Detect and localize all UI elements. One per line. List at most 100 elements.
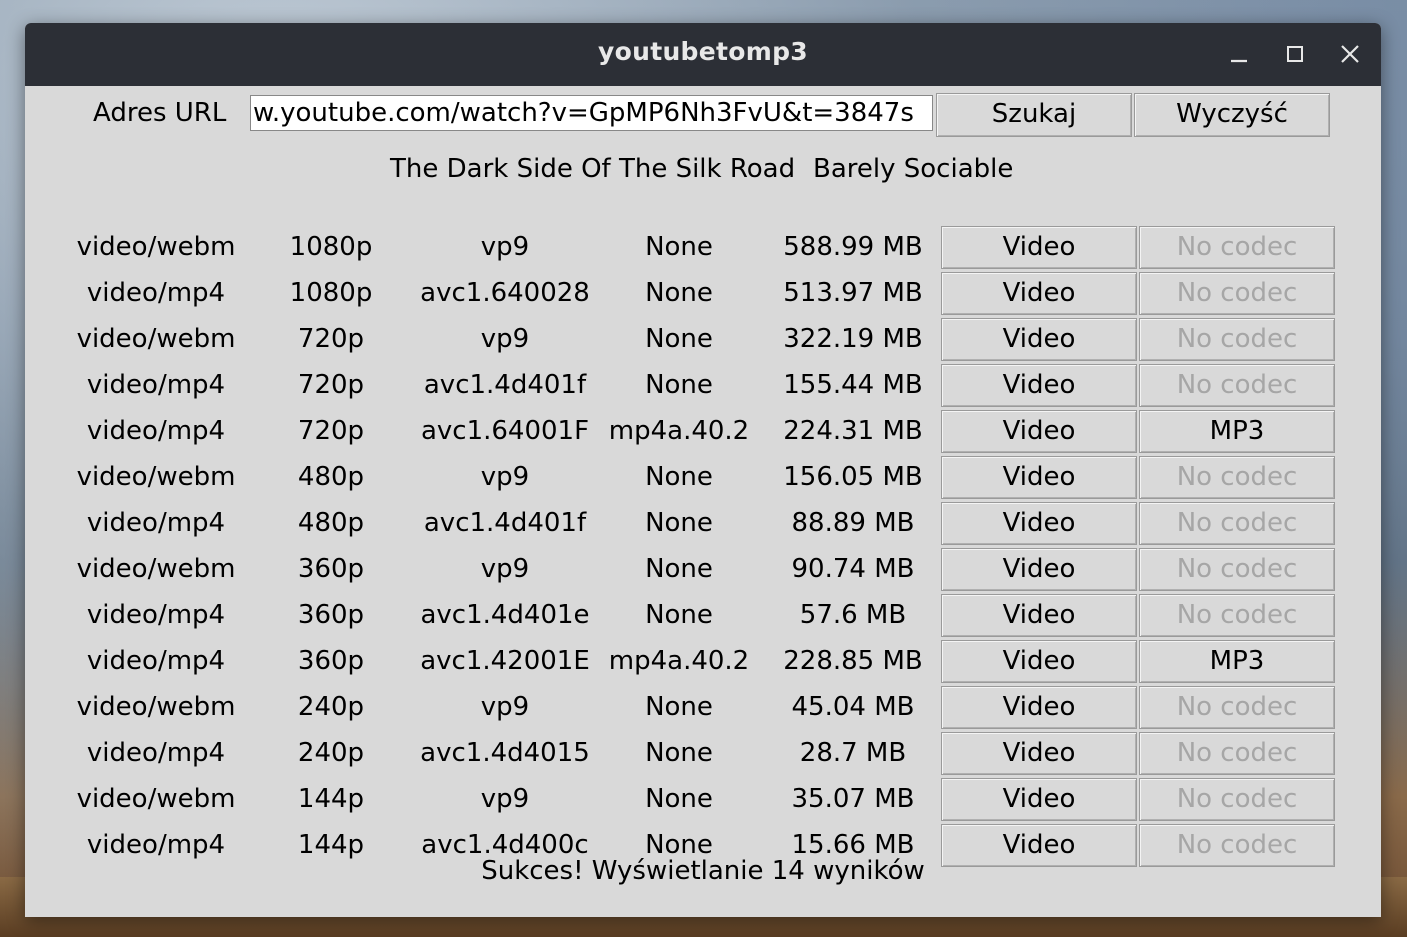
download-video-button[interactable]: Video: [941, 318, 1137, 361]
stream-video-codec: vp9: [480, 232, 530, 262]
stream-row: video/webm 144p vp9 None 35.07 MB Video No cod…: [25, 776, 1381, 822]
stream-type: video/mp4: [86, 508, 226, 538]
clear-button[interactable]: Wyczyść: [1134, 93, 1330, 137]
stream-size: 513.97 MB: [783, 278, 923, 308]
app-window: youtubetomp3 Adres URL w.youtube.com/wat…: [25, 23, 1381, 917]
stream-row: video/webm 480p vp9 None 156.05 MB Video No co…: [25, 454, 1381, 500]
minimize-icon: [1231, 59, 1247, 63]
stream-type: video/webm: [76, 324, 236, 354]
stream-row: video/webm 1080p vp9 None 588.99 MB Video No c…: [25, 224, 1381, 270]
stream-resolution: 480p: [297, 462, 365, 492]
stream-resolution: 360p: [297, 554, 365, 584]
no-codec-button: No codec: [1139, 548, 1335, 591]
no-codec-button: No codec: [1139, 456, 1335, 499]
stream-resolution: 144p: [297, 784, 365, 814]
stream-row: video/webm 720p vp9 None 322.19 MB Video No co…: [25, 316, 1381, 362]
no-codec-button: No codec: [1139, 318, 1335, 361]
download-video-button[interactable]: Video: [941, 732, 1137, 775]
maximize-button[interactable]: [1280, 39, 1310, 69]
stream-audio-codec: None: [645, 554, 713, 584]
stream-resolution: 360p: [297, 646, 365, 676]
url-input[interactable]: w.youtube.com/watch?v=GpMP6Nh3FvU&t=3847…: [250, 95, 933, 131]
stream-audio-codec: mp4a.40.2: [608, 646, 750, 676]
stream-audio-codec: None: [645, 370, 713, 400]
stream-row: video/mp4 360p avc1.4d401e None 57.6 MB Video…: [25, 592, 1381, 638]
stream-resolution: 480p: [297, 508, 365, 538]
download-video-button[interactable]: Video: [941, 410, 1137, 453]
stream-video-codec: avc1.64001F: [420, 416, 590, 446]
stream-size: 88.89 MB: [791, 508, 915, 538]
no-codec-button: No codec: [1139, 364, 1335, 407]
stream-list: video/webm 1080p vp9 None 588.99 MB Video No c…: [25, 224, 1381, 868]
stream-video-codec: avc1.42001E: [420, 646, 590, 676]
status-message: Sukces! Wyświetlanie 14 wyników: [481, 856, 925, 886]
stream-type: video/mp4: [86, 646, 226, 676]
download-video-button[interactable]: Video: [941, 226, 1137, 269]
download-video-button[interactable]: Video: [941, 456, 1137, 499]
stream-audio-codec: None: [645, 784, 713, 814]
stream-audio-codec: None: [645, 508, 713, 538]
stream-type: video/webm: [76, 554, 236, 584]
download-video-button[interactable]: Video: [941, 686, 1137, 729]
url-label: Adres URL: [93, 98, 227, 128]
download-video-button[interactable]: Video: [941, 594, 1137, 637]
download-video-button[interactable]: Video: [941, 364, 1137, 407]
stream-type: video/webm: [76, 462, 236, 492]
stream-type: video/webm: [76, 692, 236, 722]
stream-type: video/mp4: [86, 416, 226, 446]
download-video-button[interactable]: Video: [941, 640, 1137, 683]
download-video-button[interactable]: Video: [941, 778, 1137, 821]
stream-audio-codec: mp4a.40.2: [608, 416, 750, 446]
stream-type: video/webm: [76, 784, 236, 814]
no-codec-button: No codec: [1139, 732, 1335, 775]
stream-size: 28.7 MB: [799, 738, 907, 768]
minimize-button[interactable]: [1224, 39, 1254, 69]
stream-audio-codec: None: [645, 232, 713, 262]
no-codec-button: No codec: [1139, 778, 1335, 821]
close-icon: [1341, 45, 1359, 63]
stream-row: video/mp4 720p avc1.64001F mp4a.40.2 224.31 …: [25, 408, 1381, 454]
stream-size: 322.19 MB: [783, 324, 923, 354]
main-content: Adres URL w.youtube.com/watch?v=GpMP6Nh3…: [25, 86, 1381, 917]
stream-size: 57.6 MB: [799, 600, 907, 630]
title-bar[interactable]: youtubetomp3: [25, 23, 1381, 86]
download-video-button[interactable]: Video: [941, 502, 1137, 545]
stream-size: 228.85 MB: [783, 646, 923, 676]
stream-row: video/mp4 480p avc1.4d401f None 88.89 MB Vide…: [25, 500, 1381, 546]
stream-resolution: 720p: [297, 416, 365, 446]
stream-row: video/mp4 1080p avc1.640028 None 513.97 MB Vi…: [25, 270, 1381, 316]
stream-audio-codec: None: [645, 278, 713, 308]
stream-size: 155.44 MB: [783, 370, 923, 400]
stream-size: 90.74 MB: [791, 554, 915, 584]
download-video-button[interactable]: Video: [941, 272, 1137, 315]
maximize-icon: [1287, 46, 1303, 62]
no-codec-button: No codec: [1139, 502, 1335, 545]
stream-size: 156.05 MB: [783, 462, 923, 492]
stream-resolution: 720p: [297, 324, 365, 354]
stream-video-codec: vp9: [480, 554, 530, 584]
stream-type: video/webm: [76, 232, 236, 262]
stream-video-codec: avc1.4d401f: [423, 370, 587, 400]
stream-audio-codec: None: [645, 600, 713, 630]
stream-row: video/webm 360p vp9 None 90.74 MB Video No cod…: [25, 546, 1381, 592]
stream-size: 588.99 MB: [783, 232, 923, 262]
stream-video-codec: avc1.4d4015: [420, 738, 590, 768]
download-mp3-button[interactable]: MP3: [1139, 640, 1335, 683]
stream-type: video/mp4: [86, 370, 226, 400]
stream-resolution: 1080p: [289, 232, 373, 262]
stream-audio-codec: None: [645, 692, 713, 722]
stream-video-codec: avc1.4d401e: [420, 600, 590, 630]
no-codec-button: No codec: [1139, 272, 1335, 315]
download-video-button[interactable]: Video: [941, 548, 1137, 591]
stream-row: video/mp4 360p avc1.42001E mp4a.40.2 228.85 …: [25, 638, 1381, 684]
download-mp3-button[interactable]: MP3: [1139, 410, 1335, 453]
close-button[interactable]: [1335, 39, 1365, 69]
stream-type: video/mp4: [86, 278, 226, 308]
stream-resolution: 360p: [297, 600, 365, 630]
search-button[interactable]: Szukaj: [936, 93, 1132, 137]
stream-size: 35.07 MB: [791, 784, 915, 814]
stream-row: video/mp4 240p avc1.4d4015 None 28.7 MB Video…: [25, 730, 1381, 776]
stream-size: 45.04 MB: [791, 692, 915, 722]
stream-audio-codec: None: [645, 462, 713, 492]
stream-resolution: 240p: [297, 738, 365, 768]
